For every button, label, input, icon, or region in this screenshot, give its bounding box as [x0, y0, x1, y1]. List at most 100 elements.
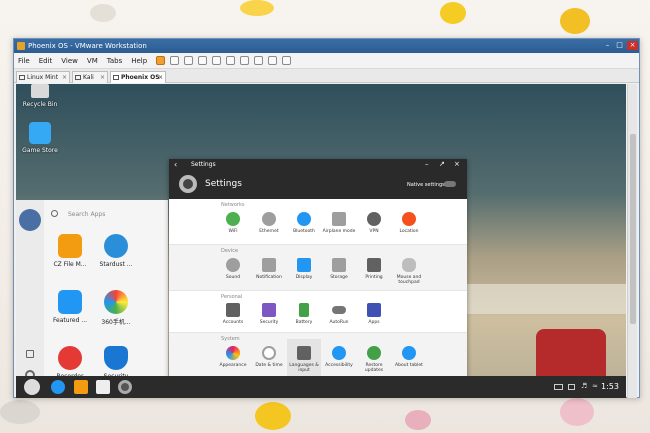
setting-label: Languages & input	[289, 363, 319, 373]
close-tab-icon[interactable]: ×	[100, 72, 105, 83]
setting-label: Accessibility	[325, 363, 353, 368]
app-security[interactable]: Security	[96, 346, 136, 380]
setting-security[interactable]: Security	[252, 303, 286, 325]
decorative-flower	[90, 4, 116, 22]
menu-vm[interactable]: VM	[87, 57, 98, 65]
recycle-bin[interactable]: Recycle Bin	[20, 84, 60, 108]
decorative-flower	[255, 402, 291, 430]
library-icon[interactable]	[226, 56, 236, 65]
maximize-icon[interactable]: □	[614, 41, 625, 50]
close-tab-icon[interactable]: ×	[62, 72, 67, 83]
setting-notification[interactable]: Notification	[252, 258, 286, 280]
tab-linux-mint[interactable]: Linux Mint ×	[16, 71, 70, 83]
setting-wifi[interactable]: WiFi	[216, 212, 250, 234]
setting-vpn[interactable]: VPN	[357, 212, 391, 234]
setting-apps[interactable]: Apps	[357, 303, 391, 325]
setting-accounts[interactable]: Accounts	[216, 303, 250, 325]
search-apps-input[interactable]: Search Apps	[58, 208, 158, 222]
snapshot-manager-icon[interactable]	[212, 56, 222, 65]
close-tab-icon[interactable]: ×	[158, 72, 163, 83]
app-stardust[interactable]: Stardust ...	[96, 234, 136, 268]
close-icon[interactable]: ×	[454, 160, 460, 168]
tablet-mode-icon[interactable]	[26, 350, 34, 358]
keyboard-icon[interactable]	[554, 384, 563, 390]
maximize-icon[interactable]: ↗	[439, 160, 445, 168]
thumbnail-icon[interactable]	[240, 56, 250, 65]
setting-label: Printing	[365, 275, 383, 280]
setting-appearance[interactable]: Appearance	[216, 346, 250, 368]
setting-storage[interactable]: Storage	[322, 258, 356, 280]
setting-airplane-mode[interactable]: Airplane mode	[322, 212, 356, 234]
setting-label: Accounts	[222, 320, 244, 325]
taskbar-time[interactable]: 1:53	[601, 382, 619, 391]
section-system: System Appearance Date & time Languages …	[169, 333, 467, 381]
menu-view[interactable]: View	[61, 57, 78, 65]
setting-label: Restore updates	[364, 363, 384, 373]
setting-label: Ethernet	[259, 229, 279, 234]
app-cz-file-manager[interactable]: CZ File M...	[50, 234, 90, 268]
window-titlebar[interactable]: Phoenix OS - VMware Workstation – □ ×	[14, 39, 639, 53]
menu-tabs[interactable]: Tabs	[107, 57, 123, 65]
minimize-icon[interactable]: –	[425, 160, 429, 168]
section-title: Personal	[221, 294, 243, 300]
battery-icon	[299, 303, 309, 317]
setting-ethernet[interactable]: Ethernet	[252, 212, 286, 234]
app-recorder[interactable]: Recorder	[50, 346, 90, 380]
app-360-mobile[interactable]: 360手机...	[96, 290, 136, 326]
vertical-scrollbar[interactable]	[627, 84, 637, 398]
taskbar-app-settings-icon[interactable]	[118, 380, 132, 394]
section-personal: Personal Accounts Security Battery AutoR…	[169, 291, 467, 333]
scrollbar-thumb[interactable]	[630, 134, 636, 324]
menu-file[interactable]: File	[18, 57, 30, 65]
setting-label: Bluetooth	[293, 229, 315, 234]
apps-grid-icon	[367, 303, 381, 317]
setting-accessibility[interactable]: Accessibility	[322, 346, 356, 368]
setting-battery[interactable]: Battery	[287, 303, 321, 325]
menu-help[interactable]: Help	[131, 57, 147, 65]
setting-restore-updates[interactable]: Restore updates	[357, 346, 391, 373]
section-title: Device	[221, 248, 239, 254]
revert-snapshot-icon[interactable]	[198, 56, 208, 65]
menu-edit[interactable]: Edit	[39, 57, 53, 65]
airplane-icon	[332, 212, 346, 226]
unity-icon[interactable]	[268, 56, 278, 65]
tab-kali[interactable]: Kali ×	[72, 71, 108, 83]
app-featured[interactable]: Featured ...	[50, 290, 90, 324]
setting-printing[interactable]: Printing	[357, 258, 391, 280]
setting-about-tablet[interactable]: About tablet	[392, 346, 426, 368]
setting-autorun[interactable]: AutoRun	[322, 303, 356, 325]
close-icon[interactable]: ×	[627, 41, 638, 50]
setting-location[interactable]: Location	[392, 212, 426, 234]
guest-screen[interactable]: Recycle Bin Game Store Search Apps CZ Fi…	[16, 84, 626, 398]
decorative-flower	[440, 2, 466, 24]
setting-mouse-touchpad[interactable]: Mouse and touchpad	[392, 258, 426, 285]
setting-date-time[interactable]: Date & time	[252, 346, 286, 368]
taskbar-app-files-icon[interactable]	[74, 380, 88, 394]
location-pin-icon	[402, 212, 416, 226]
fullscreen-icon[interactable]	[254, 56, 264, 65]
taskbar-app-notes-icon[interactable]	[96, 380, 110, 394]
game-store[interactable]: Game Store	[20, 122, 60, 154]
back-arrow-icon[interactable]: ‹	[174, 160, 177, 169]
wallpaper-shape	[456, 284, 626, 314]
section-title: System	[221, 336, 240, 342]
setting-sound[interactable]: Sound	[216, 258, 250, 280]
start-menu-icon[interactable]	[24, 379, 40, 395]
taskbar-app-browser-icon[interactable]	[51, 380, 65, 394]
user-avatar[interactable]	[19, 209, 41, 231]
setting-bluetooth[interactable]: Bluetooth	[287, 212, 321, 234]
setting-display[interactable]: Display	[287, 258, 321, 280]
bluetooth-icon	[297, 212, 311, 226]
snapshot-icon[interactable]	[184, 56, 194, 65]
wifi-status-icon[interactable]: ≈	[592, 382, 598, 390]
setting-languages-input[interactable]: Languages & input	[287, 339, 321, 379]
notification-tray-icon[interactable]	[568, 384, 575, 390]
tab-phoenix-os[interactable]: Phoenix OS ×	[110, 71, 166, 83]
console-view-icon[interactable]	[282, 56, 292, 65]
volume-icon[interactable]: ♬	[581, 382, 587, 390]
minimize-icon[interactable]: –	[602, 41, 613, 50]
pause-icon[interactable]	[156, 56, 166, 65]
send-keys-icon[interactable]	[170, 56, 180, 65]
native-settings-toggle[interactable]	[444, 181, 456, 187]
app-label: CZ File M...	[53, 261, 87, 268]
